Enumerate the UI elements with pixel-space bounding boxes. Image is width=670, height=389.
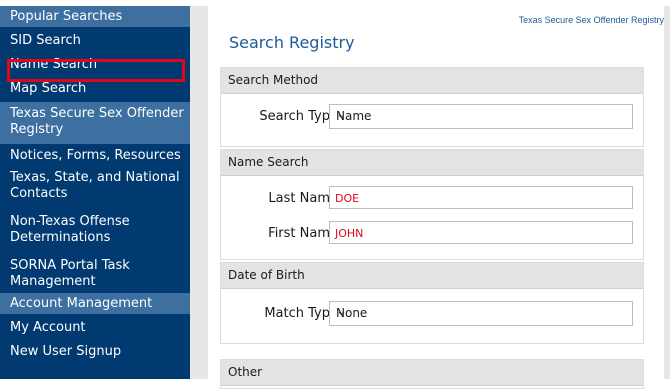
other-panel: Other (220, 359, 644, 389)
search-type-select[interactable]: Name ⌄ (329, 104, 633, 129)
last-name-field[interactable]: DOE (329, 186, 633, 209)
search-method-heading: Search Method (221, 68, 643, 94)
date-of-birth-panel: Date of Birth Match Type None ⌄ (220, 262, 644, 344)
sidebar-item-name-search[interactable]: Name Search (0, 57, 190, 77)
main-area: Texas Secure Sex Offender Registry Searc… (190, 6, 670, 389)
first-name-value: JOHN (335, 227, 364, 240)
first-name-label: First Name (268, 226, 338, 241)
site-title-link[interactable]: Texas Secure Sex Offender Registry (519, 15, 664, 25)
first-name-field[interactable]: JOHN (329, 221, 633, 244)
sidebar-item-notices-forms[interactable]: Notices, Forms, Resources (0, 148, 190, 168)
sidebar-item-contacts[interactable]: Texas, State, and National Contacts (0, 170, 190, 210)
sidebar: Popular Searches SID Search Name Search … (0, 6, 190, 379)
page-title: Search Registry (229, 33, 355, 52)
sidebar-item-sid-search[interactable]: SID Search (0, 33, 190, 53)
sidebar-item-map-search[interactable]: Map Search (0, 81, 190, 101)
name-search-heading: Name Search (221, 150, 643, 176)
sidebar-item-my-account[interactable]: My Account (0, 320, 190, 340)
last-name-label: Last Name (268, 191, 338, 206)
sidebar-heading-secure-registry: Texas Secure Sex Offender Registry (0, 102, 190, 144)
name-search-panel: Name Search Last Name DOE First Name JOH… (220, 149, 644, 260)
sidebar-heading-popular-searches: Popular Searches (0, 6, 190, 27)
match-type-select[interactable]: None ⌄ (329, 301, 633, 326)
sidebar-heading-account-management: Account Management (0, 293, 190, 314)
chevron-down-icon: ⌄ (336, 107, 347, 122)
search-method-panel: Search Method Search Type Name ⌄ (220, 67, 644, 147)
search-type-label: Search Type (259, 109, 338, 124)
other-heading: Other (221, 360, 643, 386)
sidebar-item-sorna-portal[interactable]: SORNA Portal Task Management (0, 258, 190, 294)
match-type-label: Match Type (264, 306, 338, 321)
date-of-birth-heading: Date of Birth (221, 263, 643, 289)
chevron-down-icon: ⌄ (336, 304, 347, 319)
sidebar-item-non-texas-determinations[interactable]: Non-Texas Offense Determinations (0, 214, 190, 254)
sidebar-item-new-user-signup[interactable]: New User Signup (0, 344, 190, 364)
last-name-value: DOE (335, 192, 360, 205)
